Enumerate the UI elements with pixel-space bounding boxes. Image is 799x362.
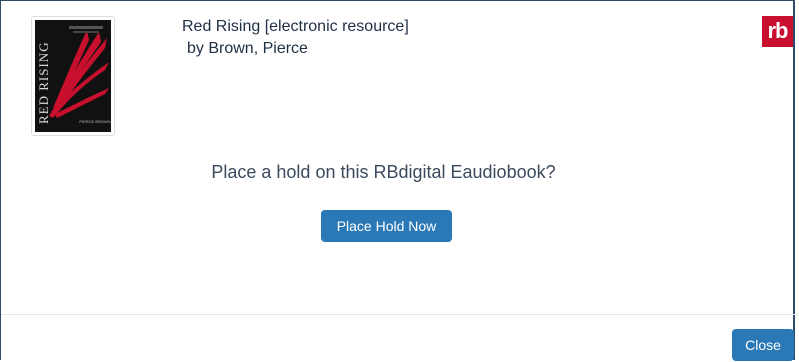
book-cover[interactable]: RED RISING PIERCE BROWN	[31, 16, 115, 136]
hold-prompt-text: Place a hold on this RBdigital Eaudioboo…	[211, 162, 556, 182]
cover-title-text: RED RISING	[36, 41, 51, 124]
footer-divider	[1, 314, 796, 315]
rbdigital-logo-icon: rb	[762, 16, 793, 47]
cover-author-text: PIERCE BROWN	[79, 119, 110, 124]
close-button[interactable]: Close	[732, 329, 794, 361]
place-hold-button[interactable]: Place Hold Now	[321, 210, 452, 242]
record-title[interactable]: Red Rising [electronic resource]	[182, 18, 409, 36]
record-author: by Brown, Pierce	[187, 40, 308, 57]
book-cover-image: RED RISING PIERCE BROWN	[35, 20, 111, 132]
hold-dialog: RED RISING PIERCE BROWN Red Rising [elec…	[0, 0, 796, 361]
hold-prompt: Place a hold on this RBdigital Eaudioboo…	[1, 162, 796, 183]
